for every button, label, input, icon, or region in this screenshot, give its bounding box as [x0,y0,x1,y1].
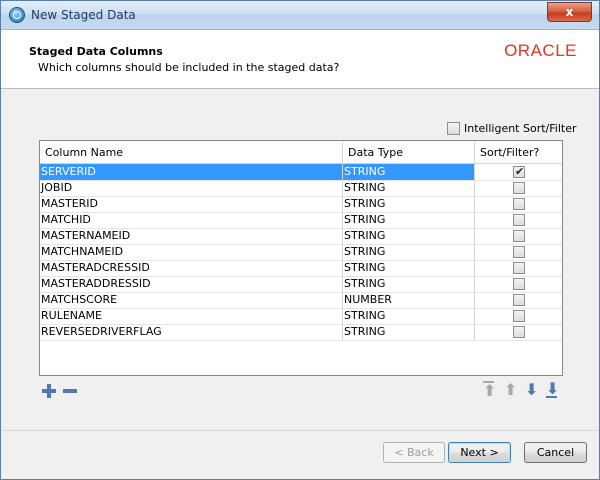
remove-icon[interactable] [63,384,77,398]
next-button[interactable]: Next > [448,442,511,463]
column-name-cell: MATCHSCORE [40,292,343,308]
move-top-icon[interactable]: ⬆ [482,381,496,399]
sort-filter-cell [475,308,562,324]
page-title: Staged Data Columns [29,45,163,58]
intelligent-sort-filter-label: Intelligent Sort/Filter [464,121,577,135]
table-row[interactable]: MASTERNAMEID STRING [40,228,562,245]
sort-filter-cell [475,228,562,244]
column-name-cell: JOBID [40,180,343,196]
table-header: Column Name Data Type Sort/Filter? [40,141,562,164]
sort-filter-checkbox[interactable] [513,198,525,210]
sort-filter-checkbox[interactable] [513,326,525,338]
sort-filter-cell [475,212,562,228]
data-type-cell: STRING [343,308,475,324]
column-header-sort[interactable]: Sort/Filter? [475,141,562,163]
close-button[interactable]: x [547,2,592,22]
sort-filter-checkbox[interactable] [513,230,525,242]
back-button[interactable]: < Back [383,442,445,463]
column-name-cell: MASTERNAMEID [40,228,343,244]
table-row[interactable]: REVERSEDRIVERFLAG STRING [40,324,562,341]
wizard-header: Staged Data Columns Which columns should… [1,30,599,89]
sort-filter-cell: ✔ [475,164,562,180]
data-type-cell: STRING [343,196,475,212]
table-row[interactable]: MASTERADCRESSID STRING [40,260,562,277]
column-name-cell: SERVERID [40,164,343,180]
dialog-window: New Staged Data x Staged Data Columns Wh… [0,0,600,480]
table-row[interactable]: MASTERID STRING [40,196,562,213]
columns-table: Column Name Data Type Sort/Filter? SERVE… [39,140,563,376]
move-bottom-icon[interactable]: ⬇ [545,381,559,399]
column-name-cell: MATCHNAMEID [40,244,343,260]
cancel-button[interactable]: Cancel [524,442,587,463]
column-name-cell: REVERSEDRIVERFLAG [40,324,343,340]
column-name-cell: MASTERADDRESSID [40,276,343,292]
column-header-type[interactable]: Data Type [343,141,475,163]
data-type-cell: STRING [343,324,475,340]
table-row[interactable]: RULENAME STRING [40,308,562,325]
sort-filter-cell [475,180,562,196]
app-icon [9,7,25,23]
intelligent-sort-filter-option[interactable]: Intelligent Sort/Filter [447,121,577,135]
window-title: New Staged Data [31,8,136,22]
oracle-logo: ORACLE [504,41,577,60]
move-down-icon[interactable]: ⬇ [524,381,538,399]
checkmark-icon: ✔ [515,165,525,178]
column-name-cell: MASTERID [40,196,343,212]
footer-separator [1,430,599,431]
sort-filter-checkbox[interactable]: ✔ [513,165,525,178]
data-type-cell: STRING [343,180,475,196]
data-type-cell: STRING [343,244,475,260]
data-type-cell: NUMBER [343,292,475,308]
data-type-cell: STRING [343,260,475,276]
column-header-name[interactable]: Column Name [40,141,343,163]
column-name-cell: RULENAME [40,308,343,324]
move-up-icon[interactable]: ⬆ [503,381,517,399]
add-icon[interactable] [42,384,56,398]
data-type-cell: STRING [343,276,475,292]
sort-filter-cell [475,292,562,308]
intelligent-sort-filter-checkbox[interactable] [447,121,460,135]
table-row[interactable]: MATCHID STRING [40,212,562,229]
table-row[interactable]: MATCHSCORE NUMBER [40,292,562,309]
sort-filter-checkbox[interactable] [513,294,525,306]
column-name-cell: MATCHID [40,212,343,228]
sort-filter-cell [475,324,562,340]
sort-filter-checkbox[interactable] [513,310,525,322]
table-row[interactable]: MASTERADDRESSID STRING [40,276,562,293]
table-row[interactable]: SERVERID STRING ✔ [40,164,562,181]
page-subtitle: Which columns should be included in the … [38,61,340,74]
data-type-cell: STRING [343,228,475,244]
sort-filter-cell [475,276,562,292]
data-type-cell: STRING [343,164,475,180]
data-type-cell: STRING [343,212,475,228]
sort-filter-cell [475,196,562,212]
sort-filter-checkbox[interactable] [513,262,525,274]
table-row[interactable]: JOBID STRING [40,180,562,197]
sort-filter-checkbox[interactable] [513,278,525,290]
sort-filter-checkbox[interactable] [513,182,525,194]
sort-filter-cell [475,244,562,260]
sort-filter-cell [475,260,562,276]
sort-filter-checkbox[interactable] [513,214,525,226]
column-name-cell: MASTERADCRESSID [40,260,343,276]
table-row[interactable]: MATCHNAMEID STRING [40,244,562,261]
title-bar[interactable]: New Staged Data x [1,1,599,30]
sort-filter-checkbox[interactable] [513,246,525,258]
